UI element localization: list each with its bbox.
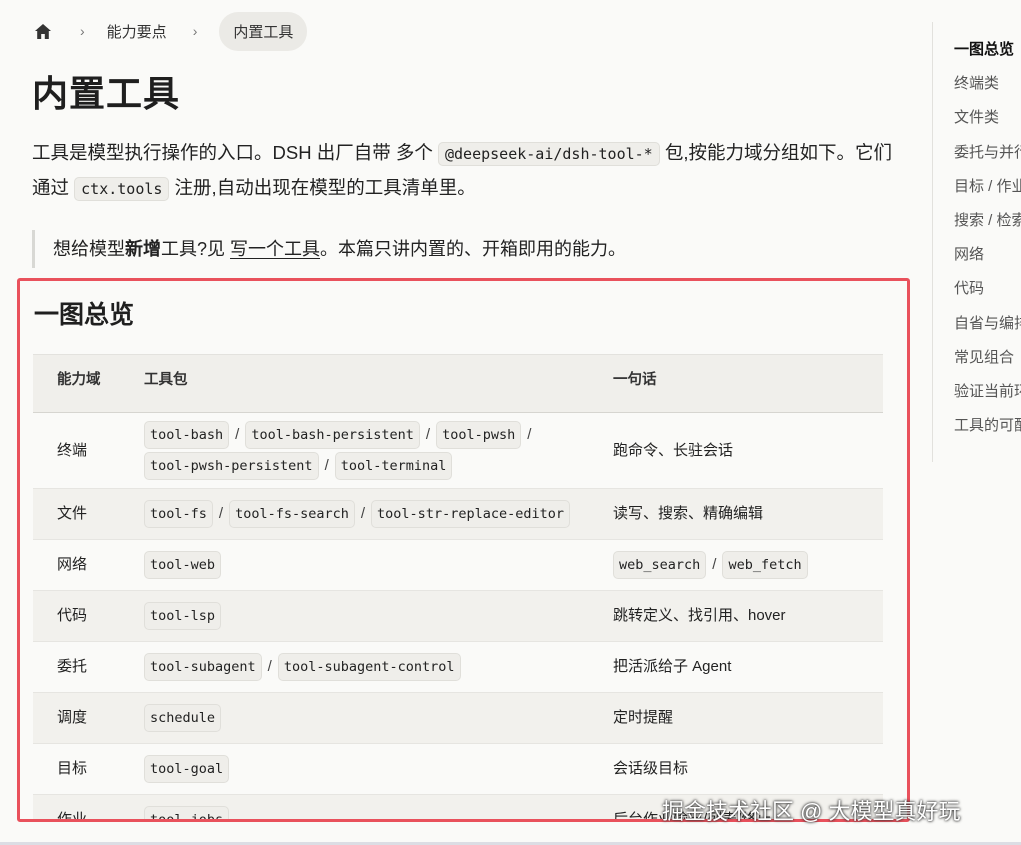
package-code: tool-fs-search	[229, 500, 355, 528]
packages-cell: tool-subagent / tool-subagent-control	[120, 641, 589, 693]
package-code: tool-pwsh-persistent	[144, 452, 319, 480]
intro-paragraph: 工具是模型执行操作的入口。DSH 出厂自带 多个 @deepseek-ai/ds…	[32, 136, 892, 206]
toc-item[interactable]: 网络	[954, 245, 1021, 279]
chevron-right-icon: ›	[80, 23, 85, 39]
breadcrumb-link[interactable]: 能力要点	[107, 21, 167, 42]
summary-cell: 定时提醒	[589, 692, 883, 744]
tools-table: 能力域 工具包 一句话 终端 tool-bash / tool-bash-persi…	[33, 354, 883, 819]
package-code: tool-str-replace-editor	[371, 500, 570, 528]
callout-bold: 新增	[125, 239, 161, 259]
package-code: tool-pwsh	[436, 421, 522, 449]
toc-item[interactable]: 搜索 / 检索	[954, 211, 1021, 245]
table-row: 目标 tool-goal 会话级目标	[33, 743, 883, 795]
domain-cell: 委托	[33, 641, 120, 693]
toc-item[interactable]: 常见组合	[954, 348, 1021, 382]
package-code: tool-subagent	[144, 653, 262, 681]
callout-quote: 想给模型新增工具?见 写一个工具。本篇只讲内置的、开箱即用的能力。	[32, 230, 626, 268]
callout-text: 。本篇只讲内置的、开箱即用的能力。	[320, 239, 627, 259]
breadcrumb-current: 内置工具	[219, 11, 308, 51]
packages-cell: tool-bash / tool-bash-persistent / tool-pwsh…	[120, 412, 589, 489]
table-row: 代码 tool-lsp 跳转定义、找引用、hover	[33, 590, 883, 642]
watermark: 掘金技术社区 @ 大模型真好玩	[662, 799, 961, 824]
callout-text: 工具?见	[161, 239, 231, 259]
intro-text: 工具是模型执行操作的入口。DSH 出厂自带 多个	[32, 142, 438, 163]
toc-item[interactable]: 验证当前环境	[954, 382, 1021, 416]
breadcrumb: › 能力要点 › 内置工具	[32, 11, 308, 51]
packages-cell: tool-goal	[120, 743, 589, 795]
domain-cell: 文件	[33, 488, 120, 540]
toc-item[interactable]: 文件类	[954, 108, 1021, 142]
summary-cell: 读写、搜索、精确编辑	[589, 488, 883, 540]
page-title: 内置工具	[32, 73, 181, 114]
domain-cell: 终端	[33, 412, 120, 489]
write-tool-link[interactable]: 写一个工具	[230, 239, 320, 259]
package-code: tool-jobs	[144, 806, 230, 819]
home-icon[interactable]	[32, 20, 54, 42]
summary-cell: 会话级目标	[589, 743, 883, 795]
packages-cell: tool-lsp	[120, 590, 589, 642]
toc-item[interactable]: 一图总览	[954, 40, 1021, 74]
table-row: 终端 tool-bash / tool-bash-persistent / tool-p…	[33, 412, 883, 489]
toc-divider	[932, 22, 933, 462]
table-row: 文件 tool-fs / tool-fs-search / tool-str-repla…	[33, 488, 883, 540]
domain-cell: 目标	[33, 743, 120, 795]
toc-item[interactable]: 代码	[954, 279, 1021, 313]
packages-cell: tool-web	[120, 539, 589, 591]
inline-code: @deepseek-ai/dsh-tool-*	[437, 142, 660, 166]
summary-code: web_search	[613, 551, 707, 579]
domain-cell: 网络	[33, 539, 120, 591]
package-code: tool-goal	[144, 755, 230, 783]
section-heading: 一图总览	[34, 301, 135, 329]
package-code: tool-fs	[144, 500, 213, 528]
package-code: tool-bash-persistent	[245, 421, 420, 449]
toc-item[interactable]: 目标 / 作业	[954, 177, 1021, 211]
package-code: tool-bash	[144, 421, 230, 449]
domain-cell: 作业	[33, 794, 120, 819]
table-row: 委托 tool-subagent / tool-subagent-control 把…	[33, 641, 883, 693]
summary-code: web_fetch	[722, 551, 808, 579]
domain-cell: 调度	[33, 692, 120, 744]
summary-cell: 跑命令、长驻会话	[589, 412, 883, 489]
table-row: 网络 tool-web web_search / web_fetch	[33, 539, 883, 591]
column-header: 一句话	[589, 354, 883, 413]
domain-cell: 代码	[33, 590, 120, 642]
summary-cell: 跳转定义、找引用、hover	[589, 590, 883, 642]
packages-cell: schedule	[120, 692, 589, 744]
packages-cell: tool-jobs	[120, 794, 589, 819]
summary-cell: web_search / web_fetch	[589, 539, 883, 591]
toc-item[interactable]: 工具的可配置	[954, 416, 1021, 450]
toc-item[interactable]: 自省与编排	[954, 314, 1021, 348]
highlight-box: 一图总览 能力域 工具包 一句话 终端 tool-bash / tool-bash-…	[17, 278, 910, 822]
chevron-right-icon: ›	[192, 23, 198, 39]
package-code: tool-subagent-control	[277, 653, 461, 681]
table-row: 调度 schedule 定时提醒	[33, 692, 883, 744]
column-header: 能力域	[33, 354, 120, 413]
inline-code: ctx.tools	[74, 177, 170, 201]
package-code: tool-web	[144, 551, 222, 579]
toc-item[interactable]: 委托与并行	[954, 143, 1021, 177]
package-code: schedule	[144, 704, 222, 732]
summary-cell: 把活派给子 Agent	[589, 641, 883, 693]
toc-item[interactable]: 终端类	[954, 74, 1021, 108]
table-header-row: 能力域 工具包 一句话	[33, 354, 883, 413]
table-of-contents: 一图总览 终端类 文件类 委托与并行 目标 / 作业 搜索 / 检索 网络 代码…	[954, 40, 1021, 450]
column-header: 工具包	[120, 354, 589, 413]
package-code: tool-lsp	[144, 602, 222, 630]
intro-text: 注册,自动出现在模型的工具清单里。	[169, 177, 476, 198]
packages-cell: tool-fs / tool-fs-search / tool-str-replace-…	[120, 488, 589, 540]
callout-text: 想给模型	[53, 239, 125, 259]
package-code: tool-terminal	[334, 452, 453, 480]
